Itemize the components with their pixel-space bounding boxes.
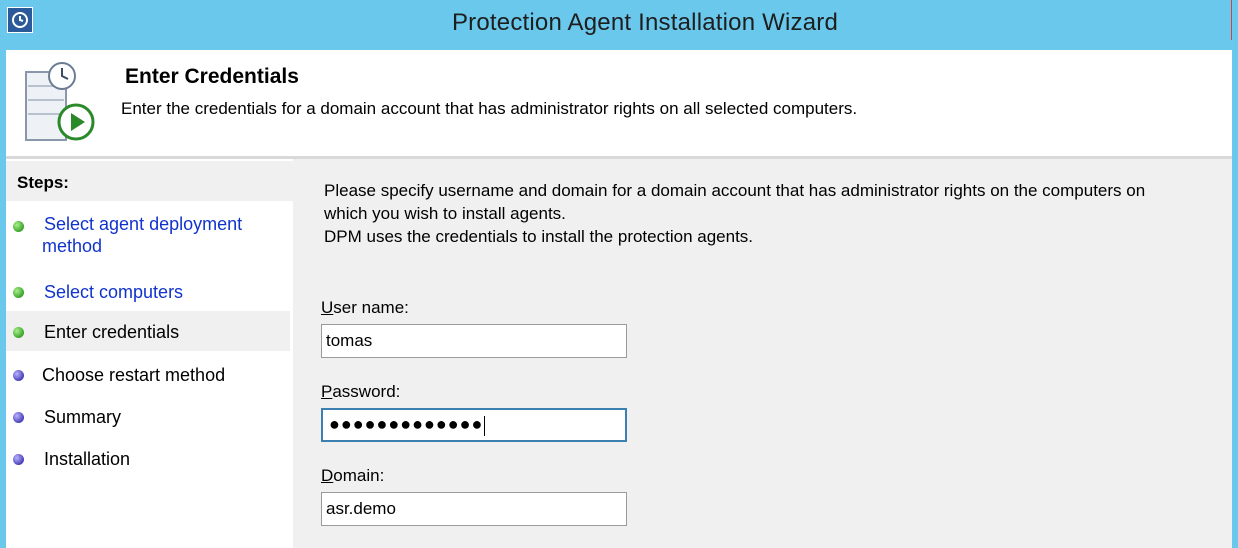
window-title: Protection Agent Installation Wizard	[451, 9, 839, 36]
step-label: Installation	[44, 449, 131, 469]
domain-label: Domain:	[321, 466, 385, 485]
step-label: Summary	[44, 407, 122, 427]
instructions-line-2: which you wish to install agents.	[324, 204, 566, 223]
step-label-continued: method	[42, 236, 103, 256]
step-select-deployment-method[interactable]: Select agent deployment method	[6, 213, 290, 261]
step-label: Select agent deployment	[44, 214, 243, 234]
text-cursor	[484, 415, 486, 436]
steps-heading-bar: Steps:	[6, 161, 293, 201]
domain-field[interactable]	[321, 492, 627, 526]
step-label: Choose restart method	[42, 365, 226, 385]
page-title: Enter Credentials	[125, 65, 299, 88]
wizard-window: Protection Agent Installation Wizard Ent…	[0, 0, 1238, 548]
step-pending-icon	[13, 454, 24, 465]
step-pending-icon	[13, 370, 24, 381]
password-label: Password:	[321, 382, 401, 401]
credentials-panel: Please specify username and domain for a…	[299, 159, 1232, 548]
steps-panel: Steps: Select agent deployment method Se…	[6, 159, 299, 548]
protection-agent-icon	[22, 58, 98, 144]
step-complete-icon	[13, 221, 24, 232]
step-current-icon	[13, 327, 24, 338]
step-label: Select computers	[44, 282, 184, 302]
step-pending-icon	[13, 412, 24, 423]
step-summary: Summary	[6, 405, 290, 433]
page-subtitle: Enter the credentials for a domain accou…	[121, 99, 858, 118]
password-field[interactable]: ●●●●●●●●●●●●●	[321, 408, 627, 442]
instructions-text: Please specify username and domain for a…	[324, 179, 1229, 248]
page-header: Enter Credentials Enter the credentials …	[6, 50, 1232, 156]
step-enter-credentials: Enter credentials	[6, 311, 290, 351]
step-label: Enter credentials	[44, 322, 180, 342]
instructions-line-3: DPM uses the credentials to install the …	[324, 227, 754, 246]
username-label: User name:	[321, 298, 409, 317]
window-edge	[1226, 0, 1238, 48]
username-field[interactable]	[321, 324, 627, 358]
password-masked-value: ●●●●●●●●●●●●●	[329, 414, 484, 434]
step-installation: Installation	[6, 447, 290, 475]
steps-heading: Steps:	[17, 173, 69, 192]
step-complete-icon	[13, 287, 24, 298]
step-choose-restart-method: Choose restart method	[6, 363, 290, 391]
instructions-line-1: Please specify username and domain for a…	[324, 181, 1146, 200]
title-bar[interactable]: Protection Agent Installation Wizard	[0, 0, 1238, 48]
step-select-computers[interactable]: Select computers	[6, 279, 290, 307]
